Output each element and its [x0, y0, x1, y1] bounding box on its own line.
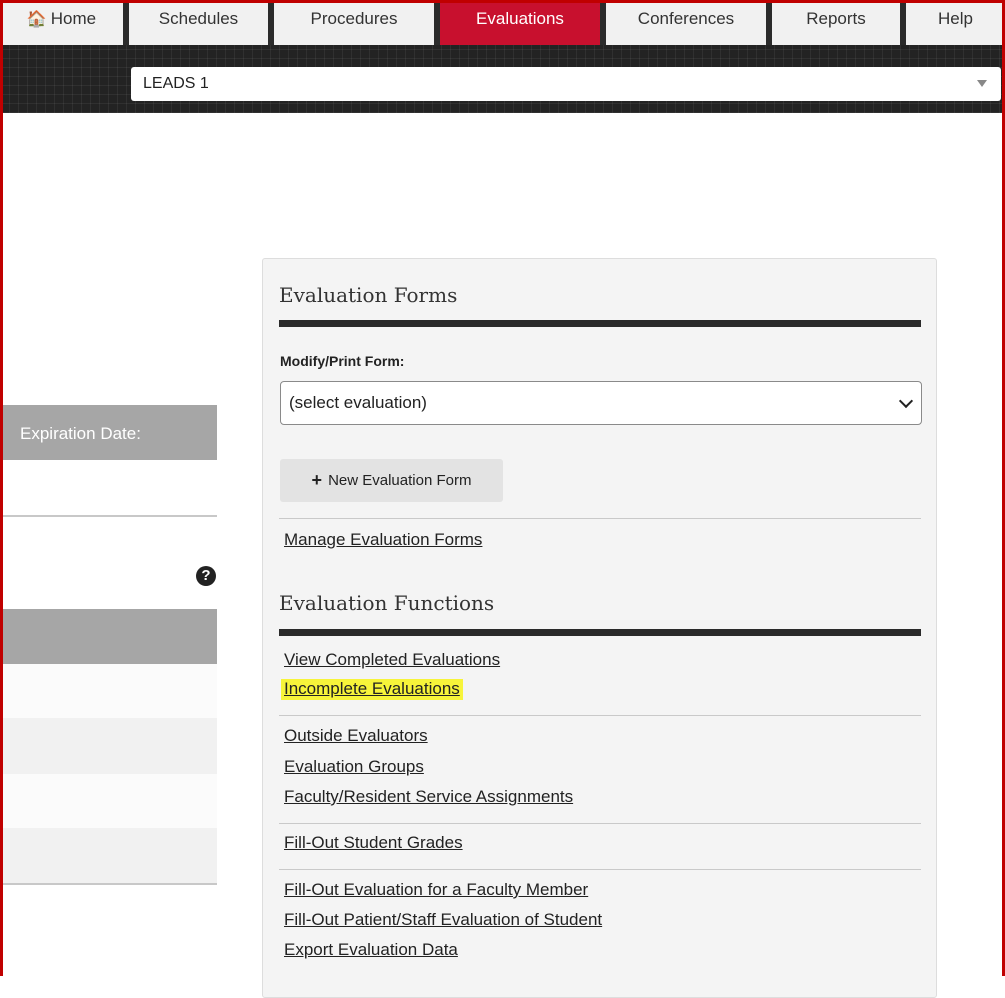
evaluation-groups-link[interactable]: Evaluation Groups: [284, 757, 424, 777]
caret-down-icon: [977, 80, 987, 87]
divider: [279, 715, 921, 716]
tab-label: Help: [938, 9, 973, 28]
tab-home[interactable]: 🏠 Home: [0, 0, 123, 45]
tab-help[interactable]: Help: [906, 0, 1005, 45]
fill-out-student-grades-link[interactable]: Fill-Out Student Grades: [284, 833, 463, 853]
tab-conferences[interactable]: Conferences: [606, 0, 766, 45]
view-completed-evaluations-link[interactable]: View Completed Evaluations: [284, 650, 500, 670]
table-row: [0, 718, 217, 774]
section-rule: [279, 629, 921, 636]
table-row: [0, 774, 217, 828]
divider: [279, 869, 921, 870]
question-circle-icon[interactable]: ?: [196, 566, 216, 586]
tab-schedules[interactable]: Schedules: [129, 0, 268, 45]
new-evaluation-form-label: New Evaluation Form: [328, 472, 472, 489]
tab-label: Home: [50, 9, 97, 28]
program-select-value: LEADS 1: [143, 75, 209, 92]
section-rule: [279, 320, 921, 327]
plus-icon: +: [311, 470, 323, 490]
export-evaluation-data-link[interactable]: Export Evaluation Data: [284, 940, 458, 960]
tab-procedures[interactable]: Procedures: [274, 0, 434, 45]
new-evaluation-form-button[interactable]: + New Evaluation Form: [280, 459, 503, 502]
tab-label: Procedures: [310, 9, 398, 28]
manage-evaluation-forms-link[interactable]: Manage Evaluation Forms: [284, 530, 482, 550]
modify-print-label: Modify/Print Form:: [280, 353, 405, 369]
home-icon: 🏠: [26, 11, 47, 28]
top-nav: 🏠 Home Schedules Procedures Evaluations …: [0, 0, 1005, 45]
divider: [279, 823, 921, 824]
evaluation-select-value: (select evaluation): [289, 393, 427, 412]
divider: [279, 518, 921, 519]
faculty-resident-service-assignments-link[interactable]: Faculty/Resident Service Assignments: [284, 787, 573, 807]
tab-reports[interactable]: Reports: [772, 0, 900, 45]
expiration-date-header: Expiration Date:: [20, 424, 141, 443]
incomplete-evaluations-link[interactable]: Incomplete Evaluations: [281, 679, 463, 700]
fill-out-faculty-evaluation-link[interactable]: Fill-Out Evaluation for a Faculty Member: [284, 880, 588, 900]
program-select[interactable]: LEADS 1: [131, 67, 1001, 101]
table-row: [0, 664, 217, 718]
tab-evaluations[interactable]: Evaluations: [440, 0, 600, 45]
left-divider: [0, 515, 217, 517]
fill-out-patient-staff-evaluation-link[interactable]: Fill-Out Patient/Staff Evaluation of Stu…: [284, 910, 602, 930]
left-divider: [0, 883, 217, 885]
outside-evaluators-link[interactable]: Outside Evaluators: [284, 726, 428, 746]
tab-label: Conferences: [637, 9, 735, 28]
tab-label: Reports: [806, 9, 866, 28]
chevron-down-icon: [898, 393, 914, 409]
left-table2-header: [0, 609, 217, 664]
evaluation-select[interactable]: (select evaluation): [280, 381, 922, 425]
table-row: [0, 828, 217, 883]
tab-label: Evaluations: [476, 9, 564, 28]
tab-label: Schedules: [158, 9, 239, 28]
evaluation-forms-heading: Evaluation Forms: [279, 283, 458, 307]
evaluation-functions-heading: Evaluation Functions: [279, 591, 495, 615]
